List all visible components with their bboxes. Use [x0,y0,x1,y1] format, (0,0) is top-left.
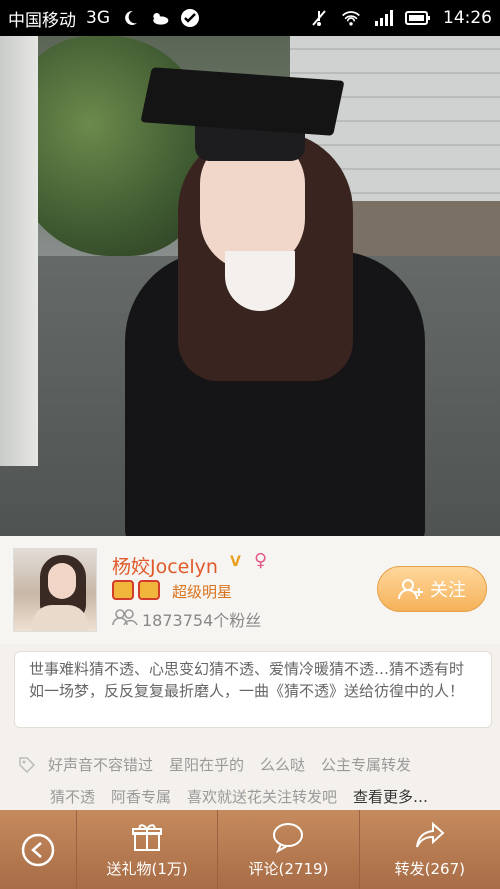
profile-cover-photo[interactable] [0,36,500,536]
battery-icon [405,11,430,25]
follow-button[interactable]: 关注 [377,566,487,612]
profile-card: 杨姣Jocelyn V ♀ 超级明星 1873754个粉丝 关注 [0,536,500,644]
rank-label: 超级明星 [172,583,233,601]
check-circle-icon [181,9,199,27]
signal-icon [375,10,393,26]
tag-item[interactable]: 公主专属转发 [321,754,411,775]
gift-label: 送礼物(1万) [106,860,188,878]
avatar[interactable] [13,548,97,632]
fans-count: 1873754个粉丝 [142,611,262,630]
photo-pillar [0,36,38,466]
tag-item[interactable]: 喜欢就送花关注转发吧 [187,786,337,807]
see-more-tags-link[interactable]: 查看更多… [353,786,428,807]
status-bar: 中国移动 3G 14:26 [0,0,500,36]
comment-button[interactable]: 评论(2719) [218,810,360,889]
crown-icon [138,580,160,600]
send-gift-button[interactable]: 送礼物(1万) [77,810,219,889]
comment-icon [273,823,304,854]
tag-icon [19,757,36,774]
tag-item[interactable]: 猜不透 [50,786,95,807]
weather-icon [153,13,169,25]
crown-badges [112,580,160,600]
tag-item[interactable]: 阿香专属 [111,786,171,807]
network-type: 3G [86,8,110,28]
tag-item[interactable]: 好声音不容错过 [48,754,153,775]
gift-icon [132,824,163,851]
bottom-action-bar: 送礼物(1万) 评论(2719) 转发(267) [0,810,500,889]
bio-text: 世事难料猜不透、心思变幻猜不透、爱情冷暖猜不透…猜不透有时如一场梦，反反复复最折… [14,651,492,728]
tag-row-1: 好声音不容错过 星阳在乎的 么么哒 公主专属转发 [48,754,427,775]
carrier-name: 中国移动 [8,10,76,31]
wifi-icon [342,11,360,26]
tag-item[interactable]: 星阳在乎的 [169,754,244,775]
back-arrow-icon [21,833,55,866]
share-label: 转发(267) [394,860,465,878]
moon-icon [125,10,137,25]
comment-label: 评论(2719) [248,860,329,878]
fans-icon [112,609,138,626]
tag-row-2: 猜不透 阿香专属 喜欢就送花关注转发吧 查看更多… [50,786,444,807]
share-icon [415,821,445,848]
mute-icon [312,10,326,26]
app-screen: 中国移动 3G 14:26 杨姣Jocelyn V ♀ 超级明星 1873754… [0,0,500,889]
follow-label: 关注 [430,580,466,601]
crown-icon [112,580,134,600]
gender-icon: ♀ [254,550,268,571]
verified-badge: V [230,554,241,570]
share-button[interactable]: 转发(267) [360,810,500,889]
profile-name: 杨姣Jocelyn [112,556,218,578]
tag-item[interactable]: 么么哒 [260,754,305,775]
clock: 14:26 [443,8,492,28]
back-button[interactable] [0,810,77,889]
add-user-icon [398,579,423,600]
